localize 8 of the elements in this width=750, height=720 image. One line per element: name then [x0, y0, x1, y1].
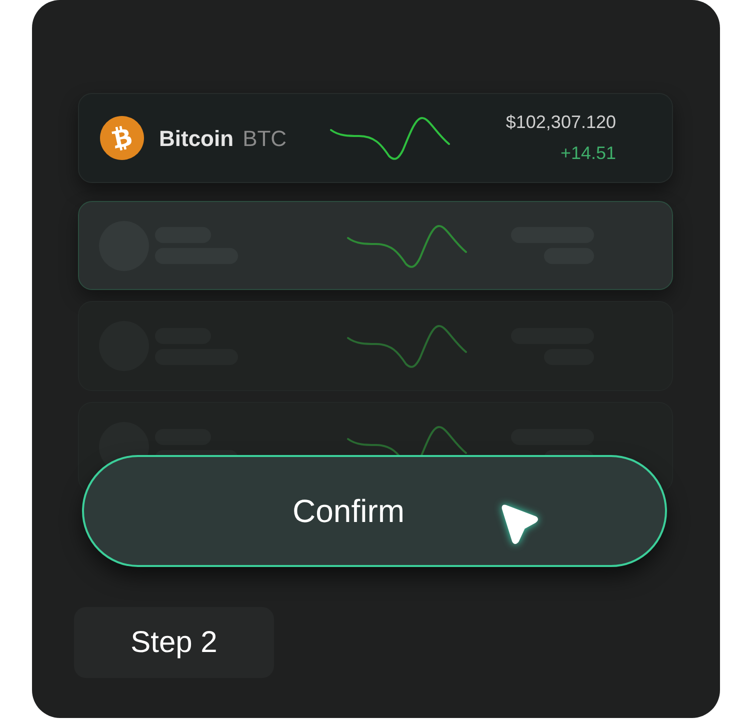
- step-label: Step 2: [74, 607, 274, 678]
- cursor-icon: [500, 503, 540, 547]
- confirm-button[interactable]: Confirm: [82, 455, 667, 567]
- coin-name: Bitcoin: [159, 124, 234, 152]
- coin-price: $102,307.120: [506, 111, 616, 134]
- coin-symbol: BTC: [242, 124, 287, 152]
- coin-card[interactable]: Bitcoin BTC $102,307.120 +14.51: [78, 93, 673, 183]
- price-change: +14.51: [560, 142, 616, 165]
